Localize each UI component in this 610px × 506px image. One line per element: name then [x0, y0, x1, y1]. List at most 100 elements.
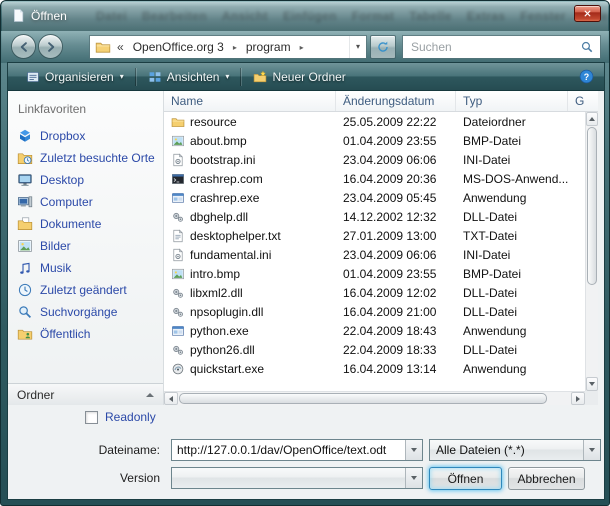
- refresh-button[interactable]: [370, 35, 396, 59]
- column-header[interactable]: G: [568, 91, 598, 111]
- breadcrumb-collapse-chevron[interactable]: «: [111, 40, 129, 54]
- horizontal-scrollbar[interactable]: [164, 391, 585, 405]
- readonly-checkbox[interactable]: [85, 411, 98, 424]
- triangle-up-icon: [589, 117, 595, 121]
- vertical-scroll-thumb[interactable]: [587, 127, 597, 285]
- file-row[interactable]: dbghelp.dll 14.12.2002 12:32 DLL-Datei: [164, 207, 585, 226]
- file-date: 25.05.2009 22:22: [336, 115, 456, 129]
- folders-expander[interactable]: Ordner: [8, 383, 163, 405]
- filetype-dropdown[interactable]: Alle Dateien (*.*): [429, 439, 601, 461]
- chevron-right-icon[interactable]: ▸: [228, 43, 242, 52]
- sidebar-item[interactable]: Musik: [8, 257, 163, 279]
- new-folder-button[interactable]: Neuer Ordner: [244, 66, 354, 88]
- file-row[interactable]: about.bmp 01.04.2009 23:55 BMP-Datei: [164, 131, 585, 150]
- file-date: 23.04.2009 05:45: [336, 191, 456, 205]
- recently-changed-icon: [17, 282, 33, 298]
- dialog-main: Linkfavoriten Dropbox Zuletzt besuchte O…: [8, 91, 604, 405]
- dialog-doc-icon: [11, 8, 26, 23]
- file-date: 23.04.2009 06:06: [336, 248, 456, 262]
- file-row[interactable]: bootstrap.ini 23.04.2009 06:06 INI-Datei: [164, 150, 585, 169]
- open-button[interactable]: Öffnen: [429, 467, 502, 490]
- organize-button[interactable]: Organisieren ▾: [17, 66, 133, 88]
- version-dropdown[interactable]: [171, 467, 423, 489]
- sidebar-item[interactable]: Zuletzt besuchte Orte: [8, 147, 163, 169]
- txt-icon: [171, 229, 185, 243]
- sidebar-item[interactable]: Dokumente: [8, 213, 163, 235]
- back-button[interactable]: [11, 34, 36, 59]
- file-row[interactable]: resource 25.05.2009 22:22 Dateiordner: [164, 112, 585, 131]
- column-header[interactable]: Änderungsdatum: [336, 91, 456, 111]
- chevron-down-icon: ▾: [120, 72, 124, 81]
- file-row[interactable]: crashrep.com 16.04.2009 20:36 MS-DOS-Anw…: [164, 169, 585, 188]
- file-date: 01.04.2009 23:55: [336, 267, 456, 281]
- breadcrumb-item[interactable]: OpenOffice.org 3: [129, 40, 228, 54]
- file-name: intro.bmp: [190, 267, 240, 281]
- open-file-dialog: Öffnen DateiBearbeitenAnsichtEinfügenFor…: [0, 0, 610, 506]
- search-input[interactable]: [403, 40, 576, 54]
- folder-icon: [171, 115, 185, 129]
- readonly-label[interactable]: Readonly: [105, 410, 156, 424]
- sidebar-item[interactable]: Suchvorgänge: [8, 301, 163, 323]
- close-button[interactable]: [574, 5, 601, 22]
- filename-dropdown-button[interactable]: [405, 440, 422, 460]
- file-date: 22.04.2009 18:33: [336, 343, 456, 357]
- file-row[interactable]: crashrep.exe 23.04.2009 05:45 Anwendung: [164, 188, 585, 207]
- app-icon: [171, 191, 185, 205]
- file-row[interactable]: python.exe 22.04.2009 18:43 Anwendung: [164, 321, 585, 340]
- sidebar-item[interactable]: Öffentlich: [8, 323, 163, 345]
- sidebar-item[interactable]: Bilder: [8, 235, 163, 257]
- column-header[interactable]: Name: [164, 91, 336, 111]
- titlebar[interactable]: Öffnen DateiBearbeitenAnsichtEinfügenFor…: [1, 1, 609, 31]
- file-row[interactable]: libxml2.dll 16.04.2009 12:02 DLL-Datei: [164, 283, 585, 302]
- breadcrumb-item[interactable]: program: [242, 40, 295, 54]
- file-row[interactable]: python26.dll 22.04.2009 18:33 DLL-Datei: [164, 340, 585, 359]
- file-date: 16.04.2009 21:00: [336, 305, 456, 319]
- sidebar-item[interactable]: Computer: [8, 191, 163, 213]
- file-row[interactable]: desktophelper.txt 27.01.2009 13:00 TXT-D…: [164, 226, 585, 245]
- app-icon: [171, 324, 185, 338]
- background-menubar: DateiBearbeitenAnsichtEinfügenFormatTabe…: [96, 9, 608, 23]
- horizontal-scroll-thumb[interactable]: [179, 393, 547, 404]
- bmp-icon: [171, 134, 185, 148]
- refresh-icon: [376, 40, 390, 54]
- file-row[interactable]: npsoplugin.dll 16.04.2009 21:00 DLL-Date…: [164, 302, 585, 321]
- scroll-down-button[interactable]: [586, 377, 598, 391]
- address-breadcrumb[interactable]: « OpenOffice.org 3▸program▸ ▾: [89, 35, 367, 59]
- file-type: BMP-Datei: [456, 267, 568, 281]
- favorites-sidebar: Linkfavoriten Dropbox Zuletzt besuchte O…: [8, 91, 164, 405]
- navigation-bar: « OpenOffice.org 3▸program▸ ▾: [1, 31, 609, 63]
- vertical-scrollbar[interactable]: [585, 112, 598, 391]
- background-menu-item: Datei: [96, 9, 127, 23]
- forward-button[interactable]: [38, 34, 63, 59]
- scroll-right-button[interactable]: [571, 392, 585, 405]
- sidebar-item[interactable]: Zuletzt geändert: [8, 279, 163, 301]
- address-dropdown-button[interactable]: ▾: [349, 36, 366, 58]
- file-row[interactable]: fundamental.ini 23.04.2009 06:06 INI-Dat…: [164, 245, 585, 264]
- dll-icon: [171, 286, 185, 300]
- triangle-down-icon: [589, 448, 595, 452]
- filename-input[interactable]: [172, 440, 405, 460]
- file-name: libxml2.dll: [190, 286, 243, 300]
- file-row[interactable]: quickstart.exe 16.04.2009 13:14 Anwendun…: [164, 359, 585, 378]
- cancel-button[interactable]: Abbrechen: [508, 467, 585, 490]
- file-type: BMP-Datei: [456, 134, 568, 148]
- sidebar-item[interactable]: Dropbox: [8, 125, 163, 147]
- dll-icon: [171, 305, 185, 319]
- file-row[interactable]: intro.bmp 01.04.2009 23:55 BMP-Datei: [164, 264, 585, 283]
- help-button[interactable]: ?: [579, 69, 595, 85]
- dll-icon: [171, 210, 185, 224]
- organize-label: Organisieren: [45, 70, 114, 84]
- triangle-right-icon: [576, 396, 580, 402]
- file-type: DLL-Datei: [456, 343, 568, 357]
- background-menu-item: Fenster: [520, 9, 565, 23]
- file-name: python26.dll: [190, 343, 255, 357]
- sidebar-item[interactable]: Desktop: [8, 169, 163, 191]
- filetype-dropdown-button[interactable]: [583, 440, 600, 460]
- views-button[interactable]: Ansichten ▾: [139, 66, 239, 88]
- desktop-icon: [17, 172, 33, 188]
- scroll-left-button[interactable]: [164, 392, 178, 405]
- column-header[interactable]: Typ: [456, 91, 568, 111]
- version-dropdown-button[interactable]: [405, 468, 422, 488]
- chevron-right-icon[interactable]: ▸: [295, 43, 309, 52]
- scroll-up-button[interactable]: [586, 112, 598, 126]
